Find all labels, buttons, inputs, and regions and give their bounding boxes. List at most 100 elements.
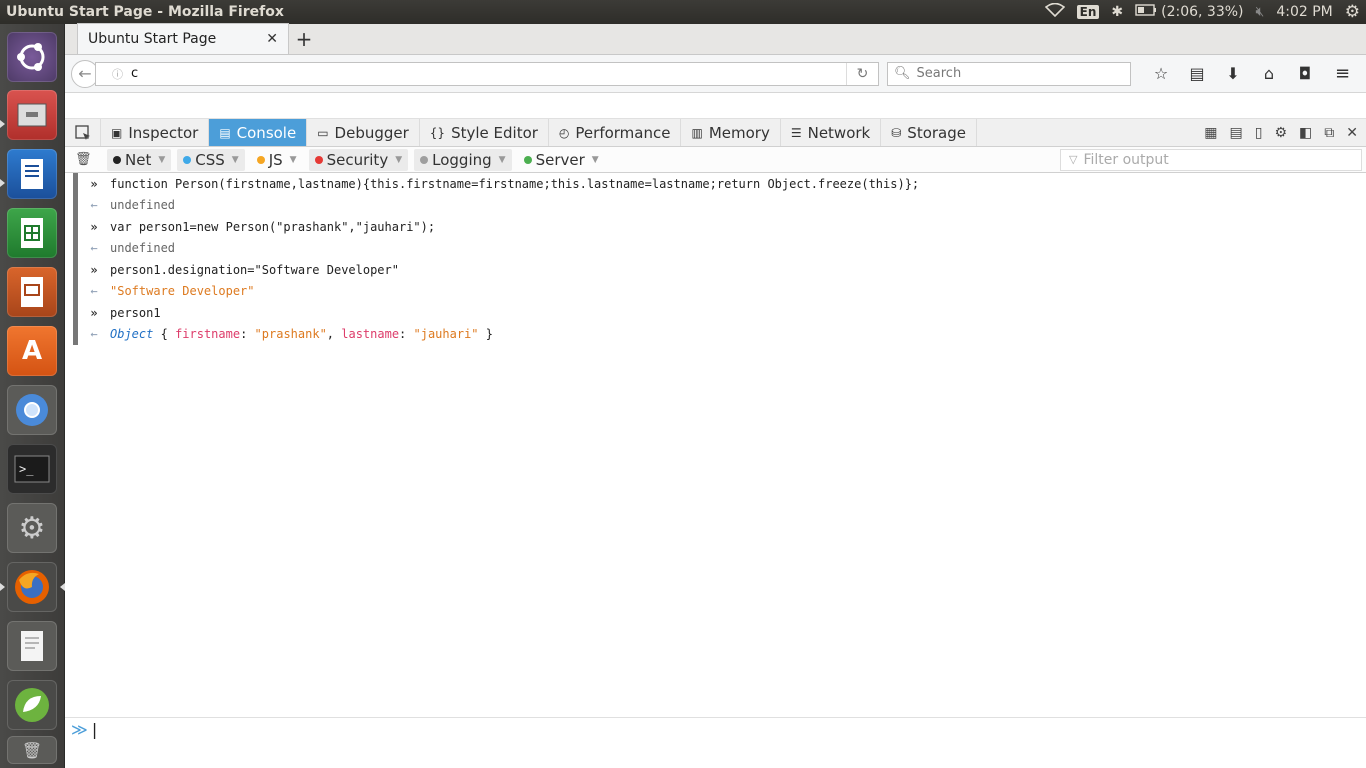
close-tab-icon[interactable]: ✕ xyxy=(266,31,278,47)
console-icon: ▤ xyxy=(219,125,231,140)
firefox-icon[interactable] xyxy=(7,562,57,612)
input-prompt-icon: ≫ xyxy=(71,720,88,739)
writer-icon[interactable] xyxy=(7,149,57,199)
console-input-line[interactable]: » function Person(firstname,lastname){thi… xyxy=(78,173,919,195)
code-text: person1 xyxy=(110,305,161,320)
tab-ubuntu-start-page[interactable]: Ubuntu Start Page ✕ xyxy=(77,23,289,54)
clock[interactable]: 4:02 PM xyxy=(1276,4,1332,20)
home-icon[interactable]: ⌂ xyxy=(1259,64,1279,83)
console-output-line: ← undefined xyxy=(78,195,919,217)
property-value: "prashank" xyxy=(254,327,327,342)
input-chevron-icon: » xyxy=(90,262,98,277)
filter-js[interactable]: JS ▼ xyxy=(251,149,303,171)
code-text: function Person(firstname,lastname){this… xyxy=(110,176,920,191)
performance-icon: ◴ xyxy=(558,125,570,140)
console-output-line[interactable]: ← Object { firstname: "prashank", lastnam… xyxy=(78,324,919,346)
filter-label: Security xyxy=(326,150,389,169)
downloads-icon[interactable]: ⬇ xyxy=(1223,64,1243,83)
console-input-line[interactable]: » person1 xyxy=(78,302,919,324)
chevron-down-icon: ▼ xyxy=(498,154,506,165)
battery-icon[interactable] xyxy=(1135,4,1157,20)
filter-security[interactable]: Security ▼ xyxy=(308,148,409,171)
search-bar[interactable]: 🔍︎ Search xyxy=(887,61,1131,86)
tab-label: Inspector xyxy=(128,123,199,142)
system-settings-icon[interactable]: ⚙ xyxy=(7,503,57,553)
tab-storage[interactable]: ⛁ Storage xyxy=(881,119,977,146)
keyboard-layout-indicator[interactable]: En xyxy=(1076,5,1100,19)
terminal-icon[interactable]: >_ xyxy=(7,444,57,494)
files-icon[interactable] xyxy=(7,90,57,140)
pocket-icon[interactable]: ◘ xyxy=(1295,64,1315,83)
trash-icon[interactable]: 🗑︎ xyxy=(7,736,57,764)
tab-console[interactable]: ▤ Console xyxy=(209,119,308,146)
chevron-down-icon: ▼ xyxy=(395,154,403,165)
console-input[interactable]: ≫ | xyxy=(65,717,1366,741)
url-bar[interactable]: ⓘ c ↻ xyxy=(95,61,879,86)
reload-icon[interactable]: ↻ xyxy=(846,62,878,85)
close-devtools-icon[interactable]: ✕ xyxy=(1346,125,1358,141)
filter-label: Net xyxy=(125,150,152,169)
nav-bar: ← ⓘ c ↻ 🔍︎ Search ☆ ▤ ⬇ ⌂ ◘ ≡ xyxy=(65,55,1366,93)
tab-label: Memory xyxy=(708,123,770,142)
memory-icon: ▥ xyxy=(691,125,703,140)
filter-css[interactable]: CSS ▼ xyxy=(177,148,245,171)
ubuntu-dash-icon[interactable] xyxy=(7,32,57,82)
bluetooth-icon[interactable]: ✱ xyxy=(1111,4,1123,20)
tab-inspector[interactable]: ▣ Inspector xyxy=(101,119,210,146)
tab-debugger[interactable]: ▭ Debugger xyxy=(307,119,420,146)
tab-label: Performance xyxy=(575,123,671,142)
screenshot-icon[interactable]: ▯ xyxy=(1255,125,1263,141)
dock-side-icon[interactable]: ◧ xyxy=(1299,125,1312,141)
object-keyword[interactable]: Object xyxy=(110,327,153,341)
tab-style-editor[interactable]: {} Style Editor xyxy=(420,119,549,146)
code-text: var person1=new Person("prashank","jauha… xyxy=(110,219,436,234)
css-dot-icon xyxy=(183,155,192,164)
tab-performance[interactable]: ◴ Performance xyxy=(549,119,682,146)
indicator-area: En ✱ (2:06, 33%) 🔇︎ 4:02 PM ⚙ xyxy=(1044,2,1366,22)
hamburger-menu-icon[interactable]: ≡ xyxy=(1335,63,1350,84)
js-dot-icon xyxy=(256,155,265,164)
impress-icon[interactable] xyxy=(7,267,57,317)
text-editor-icon[interactable] xyxy=(7,621,57,671)
code-text: person1.designation="Software Developer" xyxy=(110,262,399,277)
console-messages: » function Person(firstname,lastname){thi… xyxy=(73,173,919,345)
console-output-line: ← "Software Developer" xyxy=(78,281,919,303)
spring-tool-suite-icon[interactable] xyxy=(7,680,57,730)
tab-label: Storage xyxy=(907,123,966,142)
filter-net[interactable]: Net ▼ xyxy=(107,148,172,171)
responsive-design-icon[interactable]: ▦ xyxy=(1204,125,1217,141)
page-content xyxy=(65,93,1366,119)
filter-label: JS xyxy=(268,150,283,169)
tab-label: Network xyxy=(807,123,871,142)
console-input-line[interactable]: » person1.designation="Software Developer… xyxy=(78,259,919,281)
console-input-line[interactable]: » var person1=new Person("prashank","jauh… xyxy=(78,216,919,238)
software-center-icon[interactable]: A xyxy=(7,326,57,376)
property-value: "jauhari" xyxy=(413,327,479,342)
element-picker-icon[interactable] xyxy=(65,119,101,146)
wifi-icon[interactable] xyxy=(1044,2,1065,21)
tab-network[interactable]: ☰ Network xyxy=(781,119,882,146)
filter-output-input[interactable]: ▽ Filter output xyxy=(1060,148,1362,171)
site-info-icon[interactable]: ⓘ xyxy=(112,66,123,82)
settings-gear-icon[interactable]: ⚙ xyxy=(1274,125,1287,141)
tab-memory[interactable]: ▥ Memory xyxy=(681,119,781,146)
property-name: firstname xyxy=(175,327,241,342)
new-tab-button[interactable]: + xyxy=(289,24,319,54)
clear-console-trash-icon[interactable]: 🗑︎ xyxy=(75,152,92,167)
chromium-icon[interactable] xyxy=(7,385,57,435)
filter-server[interactable]: Server ▼ xyxy=(518,149,605,171)
output-arrow-icon: ← xyxy=(90,284,98,299)
scratchpad-icon[interactable]: ▤ xyxy=(1230,125,1243,141)
volume-muted-icon[interactable]: 🔇︎ xyxy=(1256,4,1265,20)
bookmarks-menu-icon[interactable]: ▤ xyxy=(1187,64,1207,83)
filter-logging[interactable]: Logging ▼ xyxy=(414,148,512,171)
top-panel: Ubuntu Start Page - Mozilla Firefox En ✱… xyxy=(0,0,1366,24)
tab-title: Ubuntu Start Page xyxy=(88,31,217,47)
battery-status: (2:06, 33%) xyxy=(1161,4,1244,20)
bookmark-star-icon[interactable]: ☆ xyxy=(1151,64,1171,83)
system-gear-icon[interactable]: ⚙ xyxy=(1345,2,1360,22)
separate-window-icon[interactable]: ⧉ xyxy=(1324,125,1334,141)
calc-icon[interactable] xyxy=(7,208,57,258)
object-result[interactable]: Object { firstname: "prashank", lastname… xyxy=(110,327,493,341)
brace: } xyxy=(485,327,493,342)
